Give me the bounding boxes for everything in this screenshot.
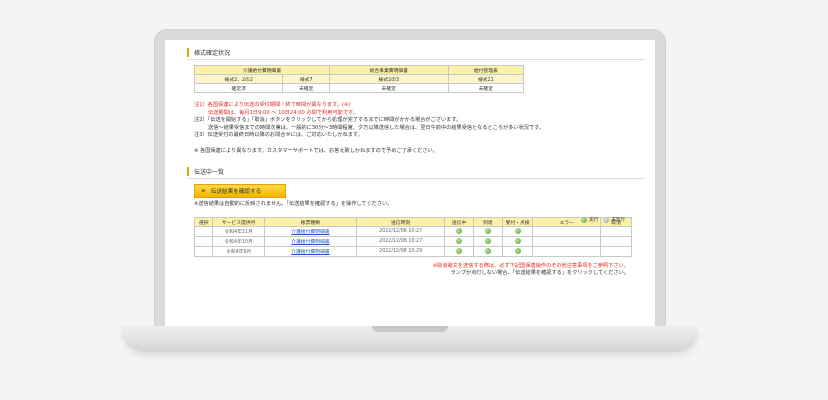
row-type-link[interactable]: 介護給付費明細書 <box>263 246 358 257</box>
transmission-hint: ※送信結果は自動的に反映されません。「伝送結果を確認する」を操作してください。 <box>194 201 393 207</box>
green-lamp-icon <box>484 238 491 245</box>
green-lamp-icon <box>484 228 491 235</box>
page-content: 様式確定状況 介護給付費明細書 総合事業費明細書 給付管理表 様式2、2の2 様… <box>187 48 645 277</box>
confirm-result-label: 伝送結果を確認する <box>210 189 262 195</box>
note-4: ※ 各国保連により異なります。カスタマーサポートでは、お答え致しかねますので予め… <box>194 147 438 154</box>
error-cell <box>532 226 602 237</box>
table-row: 令和4年9月 介護給付費明細書 2022/12/08 10:29 <box>193 246 632 257</box>
sending-cell <box>444 226 474 237</box>
green-lamp-icon <box>456 238 463 245</box>
table-row: 令和4年11月 介護給付費明細書 2022/12/08 10:27 <box>193 226 632 237</box>
status-subheader: 様式7 <box>282 74 330 84</box>
sending-cell <box>444 246 474 257</box>
cancel-cell[interactable] <box>600 226 632 237</box>
row-time: 2022/12/08 10:27 <box>356 236 446 247</box>
col-sending: 送信中 <box>444 217 474 227</box>
col-month: サービス提供月 <box>212 217 265 227</box>
status-value: 未確定 <box>282 83 330 93</box>
note-1: 注1）各国保連により伝送の受付期間・終了時間が異なります。(※) <box>194 102 351 108</box>
note-1-detail: 伝送期間は、毎月1日9:00 ～ 10日24:00 の間で利用可能です。 <box>208 109 358 116</box>
status-value: 確定済 <box>193 83 284 93</box>
legend-done-label: 実行 <box>589 218 599 223</box>
note-2: 注2）「伝送を開始する」「取消」ボタンをクリックしてから処理が完了するまでに時間… <box>194 117 462 123</box>
status-header-kanri: 給付管理表 <box>447 65 525 75</box>
status-section-title: 様式確定状況 <box>194 50 231 57</box>
laptop-screen: 様式確定状況 介護給付費明細書 総合事業費明細書 給付管理表 様式2、2の2 様… <box>165 40 655 330</box>
accepted-cell <box>501 236 534 247</box>
transmission-section-header: 伝送中一覧 <box>187 167 645 179</box>
row-month: 令和4年9月 <box>212 246 265 257</box>
green-lamp-icon <box>456 248 463 255</box>
row-time: 2022/12/08 10:29 <box>356 246 446 257</box>
arrived-cell <box>472 236 503 247</box>
green-lamp-icon <box>514 228 521 235</box>
status-header-kaigo: 介護給付費明細書 <box>194 65 330 75</box>
row-type-link[interactable]: 介護給付費明細書 <box>263 236 358 247</box>
row-time: 2022/12/08 10:27 <box>356 226 446 237</box>
note-2-detail: 送信～結果受信までの時間次第は、一般的に30分～3時間程度、夕方以降送信した場合… <box>208 124 545 131</box>
notes-block: 注1）各国保連により伝送の受付期間・終了時間が異なります。(※) 伝送期間は、毎… <box>194 102 645 155</box>
footer-note-2: ランプが点灯しない場合、「伝送結果を確認する」をクリックしてください。 <box>450 270 630 277</box>
laptop-base <box>122 326 698 352</box>
col-arrived: 到達 <box>472 217 503 227</box>
table-row: 令和4年10月 介護給付費明細書 2022/12/08 10:27 <box>193 236 632 247</box>
status-header-sogo: 総合事業費明細書 <box>328 65 449 75</box>
sending-cell <box>444 236 474 247</box>
status-subheader: 様式2の3 <box>328 74 449 84</box>
triangle-right-icon: ▶ <box>202 188 206 194</box>
legend-notdone-label: 未実行 <box>611 218 625 223</box>
lamp-legend: 実行 未実行 <box>576 217 625 223</box>
row-type-link[interactable]: 介護給付費明細書 <box>263 226 358 237</box>
row-month: 令和4年10月 <box>212 236 265 247</box>
transmission-footer: ※取消電文を送信する際は、必ず下記国保連操作のその他注意事項をご参照下さい。 ラ… <box>187 263 629 277</box>
confirm-result-button[interactable]: ▶ 伝送結果を確認する <box>194 184 286 198</box>
col-time: 送信時刻 <box>356 217 446 227</box>
green-lamp-icon <box>581 217 587 223</box>
transmission-table: 選択 サービス提供月 帳票種類 送信時刻 送信中 到達 受付・点検 エラー 取消… <box>193 217 632 257</box>
transmission-list: 実行 未実行 選択 サービス提供月 帳票種類 送信時刻 送信中 到達 受付・点検… <box>187 217 645 277</box>
note-3: 注3）伝送受付の最終日時以降のお問合せには、ご対応いたしかねます。 <box>194 132 363 138</box>
col-accepted: 受付・点検 <box>501 217 534 227</box>
transmission-section-title: 伝送中一覧 <box>194 169 225 176</box>
error-cell <box>532 236 602 247</box>
cancel-cell[interactable] <box>600 236 632 247</box>
section-marker <box>187 167 189 176</box>
status-value: 未確定 <box>328 83 449 93</box>
status-value: 未確定 <box>447 83 525 93</box>
cancel-cell[interactable] <box>600 246 632 257</box>
green-lamp-icon <box>514 248 521 255</box>
status-section-header: 様式確定状況 <box>187 48 645 60</box>
arrived-cell <box>472 246 503 257</box>
row-select-cell[interactable] <box>193 246 214 257</box>
gray-lamp-icon <box>603 217 610 223</box>
status-subheader: 様式2、2の2 <box>193 74 284 84</box>
accepted-cell <box>501 226 534 237</box>
green-lamp-icon <box>456 228 463 235</box>
row-select-cell[interactable] <box>193 226 214 237</box>
arrived-cell <box>472 226 503 237</box>
status-subheader: 様式11 <box>447 74 525 84</box>
col-type: 帳票種類 <box>263 217 358 227</box>
section-marker <box>187 48 189 57</box>
laptop-notch <box>372 326 448 332</box>
green-lamp-icon <box>484 248 491 255</box>
error-cell <box>532 246 602 257</box>
row-select-cell[interactable] <box>193 236 214 247</box>
col-select: 選択 <box>193 217 214 227</box>
green-lamp-icon <box>514 238 521 245</box>
row-month: 令和4年11月 <box>212 226 265 237</box>
laptop-lid: 様式確定状況 介護給付費明細書 総合事業費明細書 給付管理表 様式2、2の2 様… <box>155 30 665 330</box>
accepted-cell <box>501 246 534 257</box>
status-table: 介護給付費明細書 総合事業費明細書 給付管理表 様式2、2の2 様式7 様式2の… <box>193 65 525 93</box>
